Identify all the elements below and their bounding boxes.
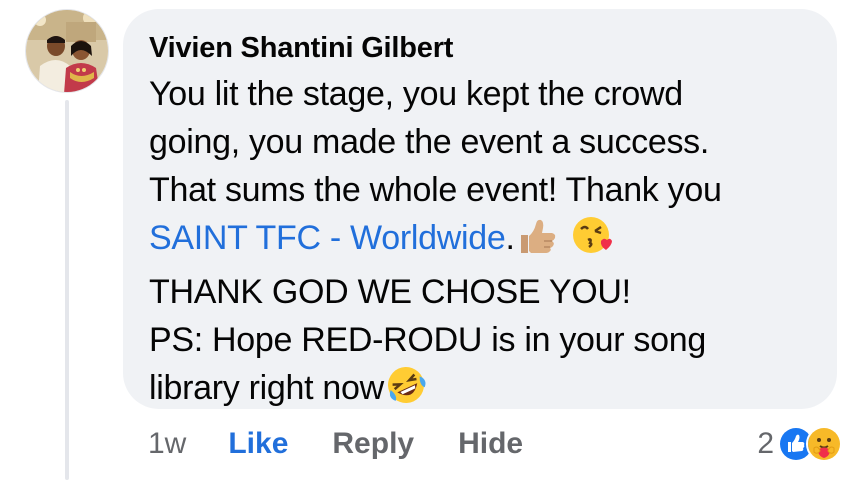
thread-line <box>65 100 69 480</box>
avatar[interactable] <box>25 9 109 93</box>
mention-suffix: . <box>505 219 515 257</box>
comment-line: That sums the whole event! Thank you <box>149 171 722 209</box>
comment-text: You lit the stage, you kept the crowd go… <box>149 70 817 418</box>
comment-line-text: library right now <box>149 369 384 407</box>
comment-line: You lit the stage, you kept the crowd <box>149 75 683 113</box>
comment-line: THANK GOD WE CHOSE YOU! <box>149 273 631 311</box>
comment-container: Vivien Shantini Gilbert You lit the stag… <box>0 0 864 480</box>
comment-line: going, you made the event a success. <box>149 123 709 161</box>
reaction-summary[interactable]: 2 <box>757 424 842 464</box>
like-button[interactable]: Like <box>228 427 288 461</box>
mention-link[interactable]: SAINT TFC - Worldwide <box>149 219 506 257</box>
rolling-laughing-icon <box>386 365 428 418</box>
comment-author[interactable]: Vivien Shantini Gilbert <box>149 31 817 65</box>
comment-line: SAINT TFC - Worldwide. <box>149 214 817 268</box>
comment-line: PS: Hope RED-RODU is in your song <box>149 321 706 359</box>
avatar-photo <box>26 10 108 92</box>
comment-timestamp[interactable]: 1w <box>148 427 186 461</box>
thumbs-up-icon <box>517 217 557 268</box>
care-reaction-icon <box>806 426 842 462</box>
hide-button[interactable]: Hide <box>458 427 523 461</box>
comment-bubble: Vivien Shantini Gilbert You lit the stag… <box>123 9 837 409</box>
kissing-heart-icon <box>571 215 613 268</box>
reply-button[interactable]: Reply <box>332 427 414 461</box>
comment-actions: 1w Like Reply Hide <box>148 424 523 464</box>
reaction-count: 2 <box>757 427 774 460</box>
comment-line: library right now <box>149 364 817 418</box>
